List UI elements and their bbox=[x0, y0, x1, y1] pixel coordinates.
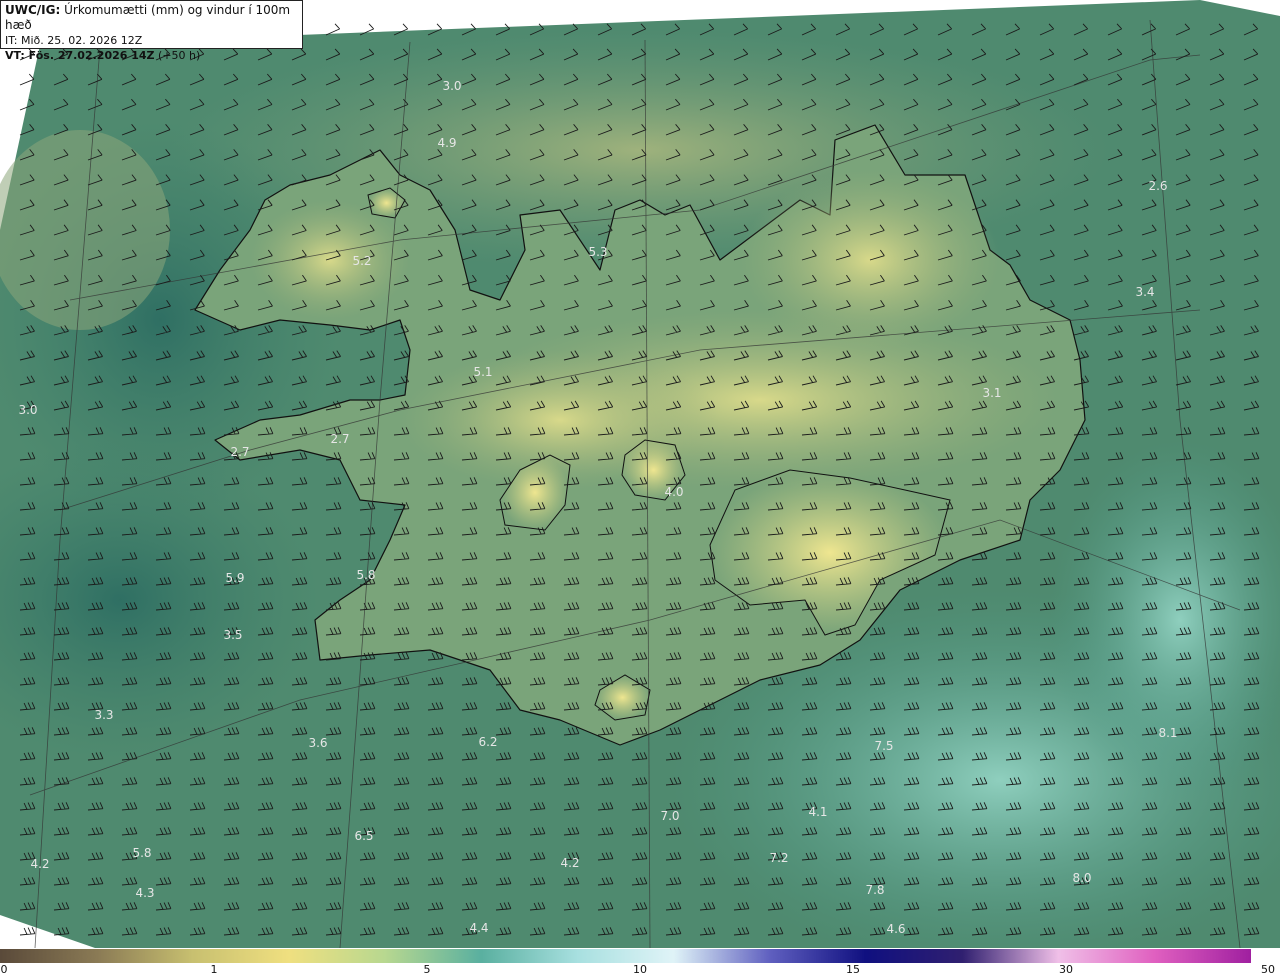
precip-value-label: 2.7 bbox=[330, 432, 349, 446]
precip-value-label: 3.3 bbox=[94, 708, 113, 722]
precipitation-wind-map: 3.0 4.9 2.6 5.2 5.3 3.4 5.1 3.1 3.0 2.7 2.7 4.0 5.9 5… bbox=[0, 0, 1280, 948]
precip-value-label: 8.0 bbox=[1072, 871, 1091, 885]
forecast-info-box: UWC/IG: Úrkomumætti (mm) og vindur í 100… bbox=[0, 0, 303, 62]
precip-value-label: 4.9 bbox=[437, 136, 456, 150]
init-time: IT: Mið. 25. 02. 2026 12Z bbox=[5, 34, 143, 47]
colorbar-tick-5: 5 bbox=[423, 963, 431, 976]
precip-value-label: 6.5 bbox=[354, 829, 373, 843]
precipitation-colorbar: 0 1 5 10 15 30 50 bbox=[0, 948, 1280, 978]
precip-value-label: 5.9 bbox=[225, 571, 244, 585]
precip-value-label: 7.0 bbox=[660, 809, 679, 823]
forecast-hour-offset: (+50 h) bbox=[154, 49, 201, 62]
precip-value-label: 5.3 bbox=[588, 245, 607, 259]
precip-value-label: 7.5 bbox=[874, 739, 893, 753]
precip-value-label: 7.8 bbox=[865, 883, 884, 897]
precip-value-label: 4.2 bbox=[30, 857, 49, 871]
precip-value-label: 6.2 bbox=[478, 735, 497, 749]
precip-value-label: 4.3 bbox=[135, 886, 154, 900]
valid-time: VT: Fös. 27.02.2026 14Z bbox=[5, 49, 155, 62]
colorbar-gradient bbox=[0, 949, 1251, 963]
precip-value-label: 3.0 bbox=[18, 403, 37, 417]
precip-value-label: 8.1 bbox=[1158, 726, 1177, 740]
precip-value-label: 4.2 bbox=[560, 856, 579, 870]
precip-value-label: 3.1 bbox=[982, 386, 1001, 400]
colorbar-tick-30: 30 bbox=[1059, 963, 1073, 976]
precip-value-label: 5.2 bbox=[352, 254, 371, 268]
model-name: UWC/IG: bbox=[5, 3, 61, 17]
colorbar-tick-0: 0 bbox=[0, 963, 8, 976]
colorbar-tick-10: 10 bbox=[633, 963, 647, 976]
precip-value-label: 4.4 bbox=[469, 921, 488, 935]
precip-value-label: 2.7 bbox=[230, 445, 249, 459]
colorbar-tick-15: 15 bbox=[846, 963, 860, 976]
precip-value-label: 7.2 bbox=[769, 851, 788, 865]
precip-value-label: 3.0 bbox=[442, 79, 461, 93]
precip-value-label: 3.6 bbox=[308, 736, 327, 750]
precip-value-label: 4.1 bbox=[808, 805, 827, 819]
precip-value-label: 4.6 bbox=[886, 922, 905, 936]
colorbar-tick-1: 1 bbox=[210, 963, 218, 976]
precip-value-label: 3.5 bbox=[223, 628, 242, 642]
precip-value-label: 5.1 bbox=[473, 365, 492, 379]
precip-value-label: 5.8 bbox=[132, 846, 151, 860]
precip-value-label: 4.0 bbox=[664, 485, 683, 499]
precip-value-label: 5.8 bbox=[356, 568, 375, 582]
colorbar-tick-50: 50 bbox=[1261, 963, 1275, 976]
precip-value-label: 3.4 bbox=[1135, 285, 1154, 299]
precip-value-label: 2.6 bbox=[1148, 179, 1167, 193]
